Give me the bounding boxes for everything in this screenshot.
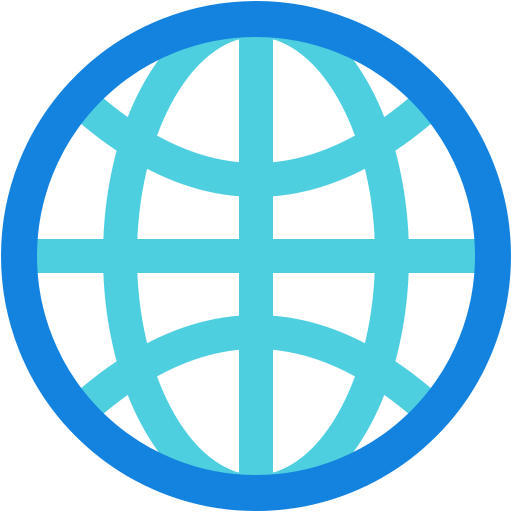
globe-icon-svg: [1, 1, 511, 511]
globe-icon: [0, 0, 512, 512]
